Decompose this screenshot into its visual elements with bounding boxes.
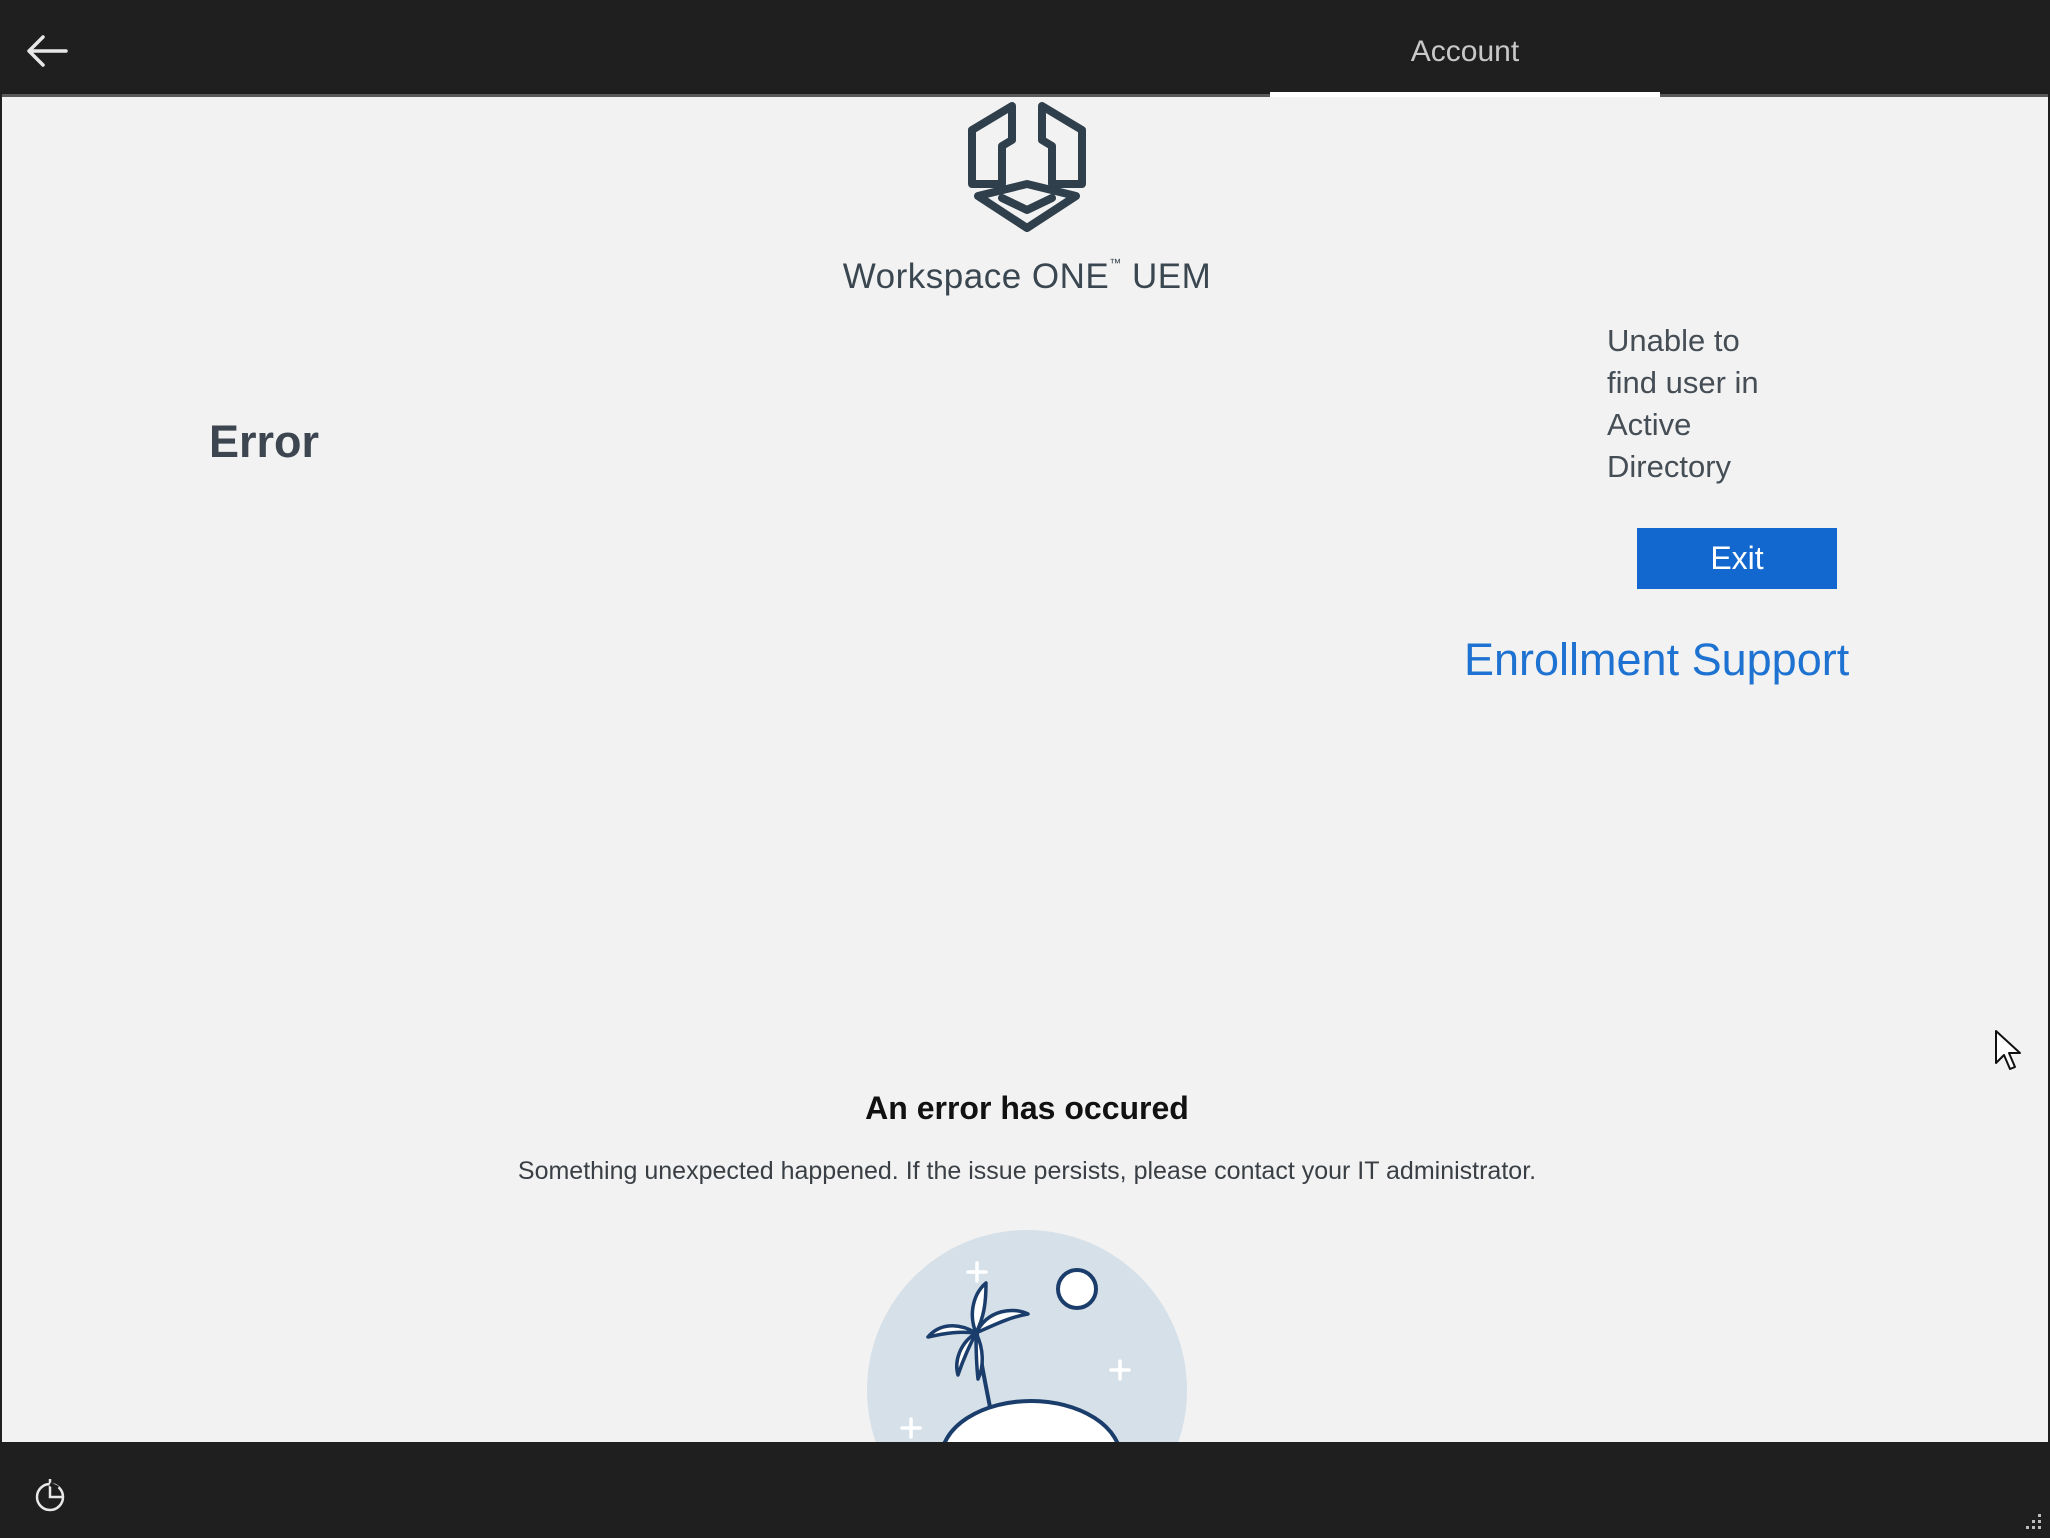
tab-account[interactable]: Account bbox=[1270, 2, 1660, 97]
notice-title: An error has occured bbox=[865, 1090, 1189, 1126]
ease-of-access-icon[interactable] bbox=[32, 1478, 68, 1514]
mouse-cursor-icon bbox=[1995, 1030, 2021, 1070]
app-window: Account Workspace ONE™ UEM Error Unable … bbox=[2, 2, 2048, 1536]
error-heading: Error bbox=[209, 416, 320, 467]
enrollment-support-link[interactable]: Enrollment Support bbox=[1464, 634, 1849, 686]
notice-description: Something unexpected happened. If the is… bbox=[517, 1157, 1537, 1185]
exit-button[interactable]: Exit bbox=[1637, 528, 1837, 589]
brand-name: Workspace ONE™ UEM bbox=[842, 256, 1212, 296]
bottom-bar bbox=[2, 1442, 2048, 1536]
island-palm-tree-illustration bbox=[867, 1230, 1187, 1447]
arrow-left-icon bbox=[27, 35, 68, 67]
workspace-one-logo bbox=[962, 98, 1092, 236]
back-button[interactable] bbox=[24, 28, 70, 74]
top-bar: Account bbox=[2, 2, 2048, 97]
resize-grip-icon[interactable] bbox=[2020, 1508, 2044, 1532]
error-message: Unable to find user in Active Directory bbox=[1607, 323, 1759, 484]
